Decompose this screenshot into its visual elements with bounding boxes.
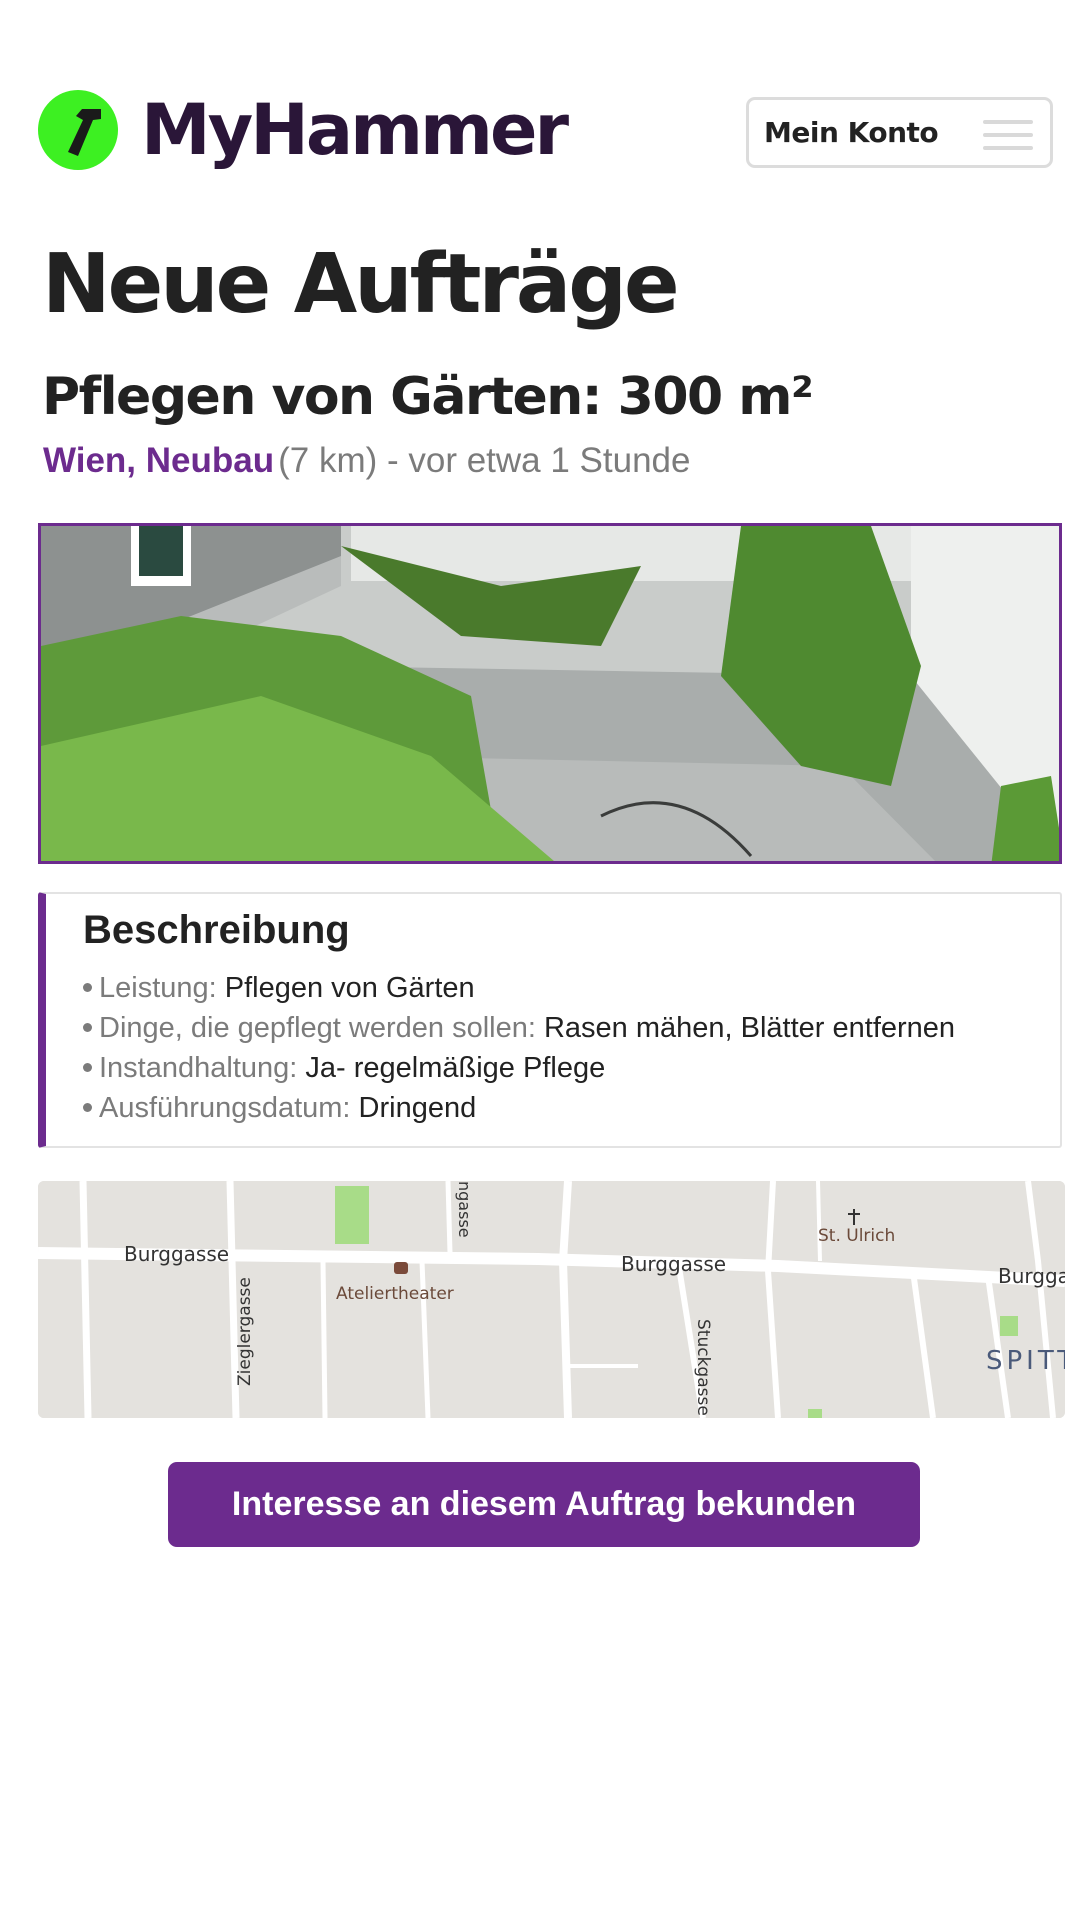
description-label: Dinge, die gepflegt werden sollen:: [99, 1012, 536, 1044]
header: MyHammer Mein Konto: [38, 90, 1053, 176]
location-map[interactable]: Burggasse Burggasse Burgga Zieglergasse …: [38, 1181, 1065, 1418]
job-photo[interactable]: [38, 523, 1062, 864]
job-location-link[interactable]: Wien, Neubau: [43, 441, 274, 480]
list-item: Leistung: Pflegen von Gärten: [83, 968, 955, 1008]
account-button[interactable]: Mein Konto: [746, 97, 1053, 168]
street-label: ngasse: [455, 1181, 474, 1238]
description-value: Rasen mähen, Blätter entfernen: [543, 1012, 956, 1044]
bullet-icon: [83, 1022, 92, 1032]
street-label: Burggasse: [621, 1252, 726, 1276]
bullet-icon: [83, 1062, 92, 1072]
description-label: Leistung:: [99, 972, 217, 1004]
job-distance-time: (7 km) - vor etwa 1 Stunde: [278, 441, 691, 480]
hamburger-menu-icon[interactable]: [983, 120, 1033, 150]
bullet-icon: [83, 982, 92, 992]
account-label: Mein Konto: [764, 116, 939, 149]
brand-name: MyHammer: [141, 89, 569, 171]
page-title: Neue Aufträge: [42, 237, 680, 332]
description-label: Instandhaltung:: [99, 1052, 298, 1084]
express-interest-button[interactable]: Interesse an diesem Auftrag bekunden: [168, 1462, 920, 1547]
description-value: Ja- regelmäßige Pflege: [305, 1052, 606, 1084]
hammer-icon: [38, 90, 118, 170]
place-label: St. Ulrich: [818, 1226, 895, 1246]
description-title: Beschreibung: [83, 908, 350, 952]
bullet-icon: [83, 1102, 92, 1112]
job-meta: Wien, Neubau (7 km) - vor etwa 1 Stunde: [43, 436, 690, 486]
job-title: Pflegen von Gärten: 300 m²: [42, 367, 814, 427]
list-item: Ausführungsdatum: Dringend: [83, 1088, 955, 1128]
description-value: Pflegen von Gärten: [224, 972, 475, 1004]
theater-icon: [394, 1262, 408, 1274]
description-value: Dringend: [358, 1092, 477, 1124]
logo[interactable]: MyHammer: [38, 89, 569, 171]
place-label: Ateliertheater: [336, 1284, 454, 1304]
district-label: SPITT: [986, 1346, 1065, 1376]
street-label: Burggasse: [124, 1242, 229, 1266]
description-list: Leistung: Pflegen von Gärten Dinge, die …: [83, 968, 955, 1128]
street-label: Stuckgasse: [693, 1319, 713, 1416]
description-label: Ausführungsdatum:: [99, 1092, 351, 1124]
description-card: Beschreibung Leistung: Pflegen von Gärte…: [38, 892, 1062, 1148]
list-item: Dinge, die gepflegt werden sollen: Rasen…: [83, 1008, 955, 1048]
street-label: Zieglergasse: [235, 1277, 255, 1386]
list-item: Instandhaltung: Ja- regelmäßige Pflege: [83, 1048, 955, 1088]
street-label: Burgga: [998, 1264, 1065, 1288]
